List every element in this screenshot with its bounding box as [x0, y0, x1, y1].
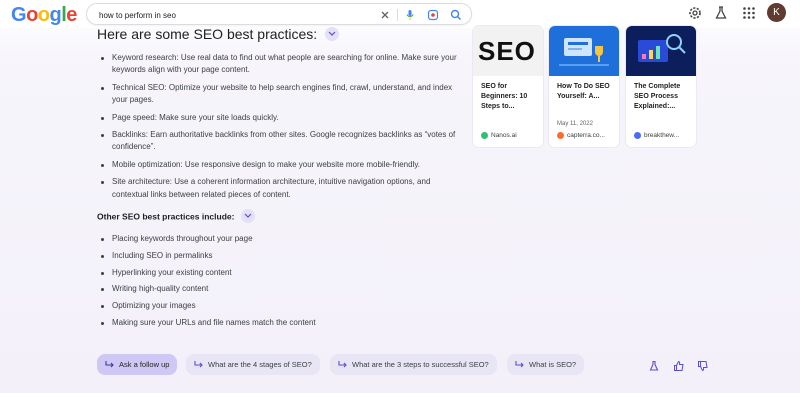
card-source: capterra.co...: [557, 132, 605, 139]
list-item: Page speed: Make sure your site loads qu…: [97, 112, 457, 124]
divider: [397, 9, 398, 21]
seo-illustration-icon: [559, 38, 609, 66]
search-input[interactable]: [99, 8, 369, 22]
card-title: How To Do SEO Yourself: A...: [557, 83, 610, 100]
source-card-breakthew[interactable]: The Complete SEO Process Explained:... b…: [626, 26, 696, 147]
chevron-down-icon: [328, 31, 336, 37]
list-item: Hyperlinking your existing content: [97, 267, 457, 279]
follow-up-arrow-icon: [105, 361, 114, 368]
card-thumbnail: [626, 26, 696, 76]
seo-thumbnail-text: SEO: [478, 36, 536, 66]
other-practices-heading: Other SEO best practices include:: [97, 209, 255, 224]
card-source: breakthew...: [634, 132, 679, 139]
list-item: Technical SEO: Optimize your website to …: [97, 82, 457, 107]
list-item: Site architecture: Use a coherent inform…: [97, 176, 457, 201]
search-icon[interactable]: [449, 8, 463, 22]
card-thumbnail: SEO: [473, 26, 543, 76]
other-heading-text: Other SEO best practices include:: [97, 211, 235, 222]
follow-up-arrow-icon: [194, 361, 203, 368]
card-thumbnail: [549, 26, 619, 76]
lens-icon[interactable]: [426, 8, 440, 22]
favicon-icon: [481, 132, 488, 139]
favicon-icon: [634, 132, 641, 139]
other-practices-list: Placing keywords throughout your page In…: [97, 233, 457, 334]
follow-up-chip-what-is-seo[interactable]: What is SEO?: [507, 354, 585, 375]
card-source: Nanos.ai: [481, 132, 517, 139]
follow-up-arrow-icon: [338, 361, 347, 368]
favicon-icon: [557, 132, 564, 139]
list-item: Placing keywords throughout your page: [97, 233, 457, 245]
source-card-nanos[interactable]: SEO SEO for Beginners: 10 Steps to... Na…: [473, 26, 543, 147]
seo-process-illustration-icon: [638, 34, 686, 62]
follow-up-arrow-icon: [515, 361, 524, 368]
list-item: Backlinks: Earn authoritative backlinks …: [97, 129, 457, 154]
heading-text: Here are some SEO best practices:: [97, 26, 318, 42]
thumbs-down-icon[interactable]: [697, 360, 709, 372]
list-item: Writing high-quality content: [97, 283, 457, 295]
card-date: May 11, 2022: [557, 121, 593, 127]
list-item: Making sure your URLs and file names mat…: [97, 317, 457, 329]
chevron-down-icon: [244, 213, 252, 218]
expand-chevron-button[interactable]: [240, 209, 255, 223]
list-item: Mobile optimization: Use responsive desi…: [97, 159, 457, 171]
card-title: SEO for Beginners: 10 Steps to...: [481, 83, 528, 110]
apps-grid-icon[interactable]: [741, 5, 757, 21]
follow-up-chip-stages[interactable]: What are the 4 stages of SEO?: [186, 354, 320, 375]
labs-flask-icon[interactable]: [648, 360, 660, 372]
search-box: [86, 3, 472, 25]
best-practices-list: Keyword research: Use real data to find …: [97, 52, 457, 206]
thumbs-up-icon[interactable]: [673, 360, 685, 372]
list-item: Including SEO in permalinks: [97, 250, 457, 262]
clear-icon[interactable]: [378, 8, 392, 22]
expand-chevron-button[interactable]: [325, 27, 340, 42]
microphone-icon[interactable]: [403, 8, 417, 22]
source-card-capterra[interactable]: How To Do SEO Yourself: A... May 11, 202…: [549, 26, 619, 147]
page-heading: Here are some SEO best practices:: [97, 26, 340, 42]
settings-icon[interactable]: [687, 5, 703, 21]
avatar[interactable]: K: [767, 3, 786, 22]
google-logo[interactable]: Google: [11, 4, 77, 27]
header: Google K: [0, 0, 800, 28]
list-item: Keyword research: Use real data to find …: [97, 52, 457, 77]
labs-flask-icon[interactable]: [713, 5, 729, 21]
ask-follow-up-button[interactable]: Ask a follow up: [97, 354, 178, 375]
list-item: Optimizing your images: [97, 300, 457, 312]
follow-up-chip-steps[interactable]: What are the 3 steps to successful SEO?: [330, 354, 497, 375]
card-title: The Complete SEO Process Explained:...: [634, 83, 681, 110]
